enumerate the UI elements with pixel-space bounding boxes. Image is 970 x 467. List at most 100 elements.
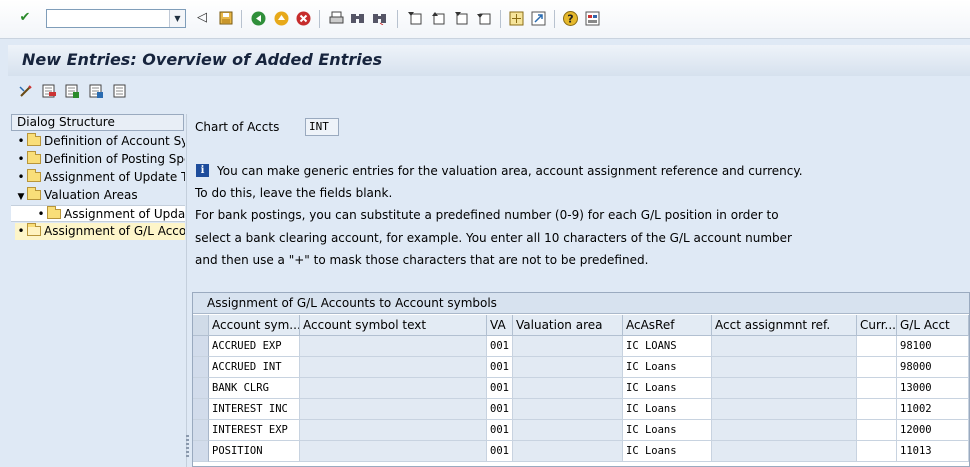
back-green-icon[interactable] (250, 10, 266, 26)
gl-acct-cell[interactable]: 98000 (897, 357, 969, 378)
folder-icon (27, 133, 41, 146)
tree-item-label: Definition of Account Sy (44, 134, 185, 148)
select-all-icon[interactable] (64, 83, 80, 99)
account-symbol-cell[interactable]: INTEREST EXP (209, 420, 300, 441)
currency-cell[interactable] (857, 399, 897, 420)
open-folder-icon (27, 223, 41, 236)
deselect-all-icon[interactable] (112, 83, 128, 99)
column-header[interactable]: G/L Acct (897, 315, 969, 336)
tree-item-valuation-areas[interactable]: ▼ Valuation Areas (15, 187, 185, 204)
new-session-icon[interactable] (508, 10, 524, 26)
folder-icon (47, 206, 61, 219)
cancel-icon[interactable] (295, 10, 311, 26)
expanded-triangle-icon[interactable]: ▼ (15, 189, 27, 204)
save-icon[interactable] (218, 10, 234, 26)
account-symbol-cell[interactable]: BANK CLRG (209, 378, 300, 399)
column-header[interactable]: Account sym... (209, 315, 300, 336)
tree-item-label: Valuation Areas (44, 188, 138, 202)
va-cell[interactable]: 001 (487, 357, 513, 378)
shortcut-icon[interactable] (530, 10, 546, 26)
column-header[interactable]: Account symbol text (300, 315, 487, 336)
va-cell[interactable]: 001 (487, 399, 513, 420)
last-page-icon[interactable] (476, 10, 492, 26)
delete-icon[interactable] (41, 83, 57, 99)
row-selector[interactable] (193, 357, 209, 378)
account-symbol-cell[interactable]: ACCRUED INT (209, 357, 300, 378)
acasref-cell[interactable]: IC Loans (623, 441, 712, 462)
acasref-cell[interactable]: IC Loans (623, 399, 712, 420)
account-symbol-cell[interactable]: POSITION (209, 441, 300, 462)
tree-item-assignment-gl-accounts[interactable]: • Assignment of G/L Acco (15, 223, 185, 240)
gl-acct-cell[interactable]: 11002 (897, 399, 969, 420)
chart-of-accounts-field: INT (305, 118, 339, 136)
first-page-icon[interactable] (407, 10, 423, 26)
next-page-icon[interactable] (453, 10, 469, 26)
currency-cell[interactable] (857, 357, 897, 378)
gl-acct-cell[interactable]: 12000 (897, 420, 969, 441)
folder-icon (27, 187, 41, 200)
column-header[interactable]: AcAsRef (623, 315, 712, 336)
select-all-rows-button[interactable] (193, 315, 209, 336)
gl-accounts-table: Assignment of G/L Accounts to Account sy… (192, 292, 970, 467)
page-title: New Entries: Overview of Added Entries (22, 50, 383, 69)
acct-assignment-ref-cell (712, 399, 857, 420)
tree-item-label: Definition of Posting Spe (44, 152, 185, 166)
splitter-handle[interactable] (186, 435, 189, 459)
change-display-icon[interactable] (18, 83, 34, 99)
va-cell[interactable]: 001 (487, 336, 513, 357)
account-symbol-cell[interactable]: INTEREST INC (209, 399, 300, 420)
valuation-area-cell (513, 399, 623, 420)
account-symbol-cell[interactable]: ACCRUED EXP (209, 336, 300, 357)
account-symbol-text-cell (300, 420, 487, 441)
application-toolbar (8, 78, 970, 106)
acasref-cell[interactable]: IC Loans (623, 420, 712, 441)
gl-acct-cell[interactable]: 11013 (897, 441, 969, 462)
valuation-area-cell (513, 336, 623, 357)
select-block-icon[interactable] (88, 83, 104, 99)
column-header[interactable]: Curr... (857, 315, 897, 336)
va-cell[interactable]: 001 (487, 441, 513, 462)
tree-item-assignment-update-types[interactable]: • Assignment of Update T (15, 169, 185, 186)
bullet-icon: • (37, 207, 45, 221)
currency-cell[interactable] (857, 336, 897, 357)
row-selector[interactable] (193, 336, 209, 357)
acasref-cell[interactable]: IC Loans (623, 378, 712, 399)
column-header[interactable]: VA (487, 315, 513, 336)
chevron-down-icon[interactable]: ▼ (169, 10, 185, 27)
tree-item-definition-posting-specs[interactable]: • Definition of Posting Spe (15, 151, 185, 168)
tree-item-label: Assignment of Updat (64, 207, 185, 221)
tree-item-assignment-update-subitem[interactable]: • Assignment of Updat (11, 205, 185, 222)
row-selector[interactable] (193, 399, 209, 420)
currency-cell[interactable] (857, 378, 897, 399)
folder-icon (27, 151, 41, 164)
customize-layout-icon[interactable] (584, 10, 600, 26)
va-cell[interactable]: 001 (487, 378, 513, 399)
column-header[interactable]: Acct assignmnt ref. (712, 315, 857, 336)
enter-icon[interactable]: ✔ (17, 10, 33, 26)
exit-icon[interactable] (273, 10, 289, 26)
back-icon[interactable]: ◁ (194, 10, 210, 26)
prev-page-icon[interactable] (430, 10, 446, 26)
bullet-icon: • (17, 170, 25, 184)
acct-assignment-ref-cell (712, 357, 857, 378)
acasref-cell[interactable]: IC Loans (623, 357, 712, 378)
row-selector[interactable] (193, 378, 209, 399)
row-selector[interactable] (193, 441, 209, 462)
tree-item-definition-account-symbols[interactable]: • Definition of Account Sy (15, 133, 185, 150)
va-cell[interactable]: 001 (487, 420, 513, 441)
gl-acct-cell[interactable]: 13000 (897, 378, 969, 399)
account-symbol-text-cell (300, 378, 487, 399)
print-icon[interactable] (328, 10, 344, 26)
row-selector[interactable] (193, 420, 209, 441)
acasref-cell[interactable]: IC LOANS (623, 336, 712, 357)
help-icon[interactable]: ? (562, 10, 578, 26)
find-next-icon[interactable] (372, 10, 388, 26)
command-field[interactable]: ▼ (46, 9, 186, 28)
svg-text:?: ? (567, 12, 573, 25)
currency-cell[interactable] (857, 420, 897, 441)
currency-cell[interactable] (857, 441, 897, 462)
find-icon[interactable] (350, 10, 366, 26)
gl-acct-cell[interactable]: 98100 (897, 336, 969, 357)
column-header[interactable]: Valuation area (513, 315, 623, 336)
table-caption: Assignment of G/L Accounts to Account sy… (193, 293, 969, 314)
